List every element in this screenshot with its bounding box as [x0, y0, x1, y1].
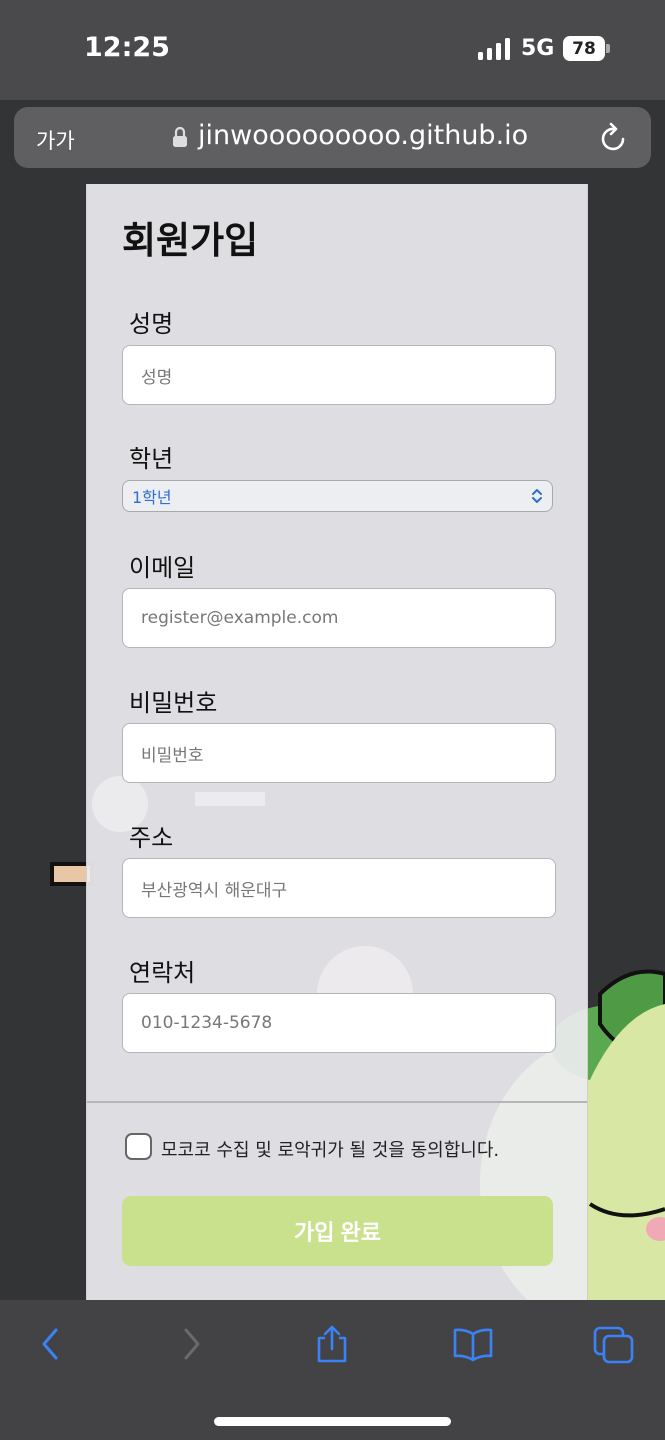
lock-icon: [173, 126, 187, 147]
name-input[interactable]: 성명: [122, 345, 556, 405]
name-label: 성명: [129, 310, 174, 338]
phone-label: 연락처: [129, 959, 196, 987]
text-size-button[interactable]: 가가: [36, 125, 75, 155]
tabs-icon[interactable]: [593, 1324, 635, 1364]
back-icon[interactable]: [36, 1324, 64, 1364]
signup-form: 회원가입 성명 성명 학년 1학년 이메일 register@example.c…: [86, 184, 588, 1300]
page-title: 회원가입: [122, 219, 259, 262]
home-indicator[interactable]: [214, 1417, 451, 1426]
address-label: 주소: [129, 824, 174, 852]
grade-label: 학년: [129, 445, 174, 473]
reload-icon[interactable]: [599, 121, 629, 153]
address-input[interactable]: 부산광역시 해운대구: [122, 858, 556, 918]
email-input[interactable]: register@example.com: [122, 588, 556, 648]
phone-input[interactable]: 010-1234-5678: [122, 993, 556, 1053]
status-bar: 12:25 5G 78: [0, 0, 665, 100]
email-label: 이메일: [129, 554, 196, 582]
network-type: 5G: [521, 36, 555, 61]
address-bar[interactable]: 가가 jinwooooooooo.github.io: [14, 107, 651, 168]
forward-icon[interactable]: [178, 1324, 206, 1364]
agree-checkbox[interactable]: [125, 1133, 152, 1160]
grade-select-value: 1학년: [132, 488, 172, 507]
battery-icon: 78: [563, 36, 605, 61]
password-input[interactable]: 비밀번호: [122, 723, 556, 783]
agree-label: 모코코 수집 및 로악귀가 될 것을 동의합니다.: [161, 1140, 500, 1161]
battery-tip: [606, 44, 610, 53]
share-icon[interactable]: [314, 1324, 350, 1364]
password-label: 비밀번호: [129, 689, 218, 717]
bookmarks-icon[interactable]: [451, 1324, 495, 1364]
signal-icon: [478, 38, 510, 60]
grade-select[interactable]: 1학년: [122, 480, 553, 512]
submit-button[interactable]: 가입 완료: [122, 1196, 553, 1266]
battery-level: 78: [572, 38, 596, 59]
browser-toolbar: [0, 1300, 665, 1440]
chevron-updown-icon: [532, 489, 542, 503]
divider: [87, 1101, 587, 1103]
status-time: 12:25: [84, 32, 170, 63]
url-text[interactable]: jinwooooooooo.github.io: [198, 120, 528, 151]
